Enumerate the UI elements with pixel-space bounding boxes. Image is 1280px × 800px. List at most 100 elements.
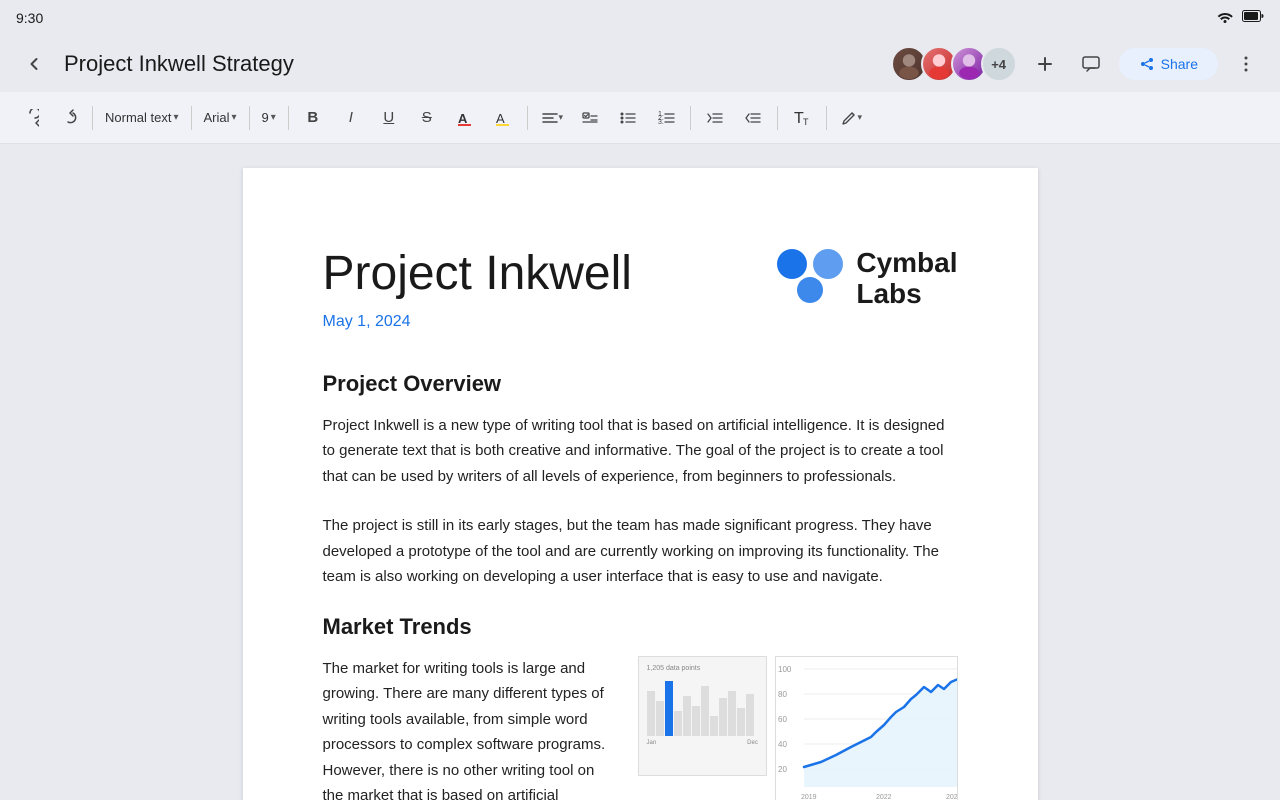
svg-text:A: A (496, 111, 505, 126)
numbered-list-button[interactable]: 1. 2. 3. (648, 100, 684, 136)
indent-increase-button[interactable] (735, 100, 771, 136)
pen-tool-button[interactable]: ▾ (833, 100, 869, 136)
cymbal-dots-graphic (776, 248, 844, 309)
section-overview-heading: Project Overview (323, 371, 958, 397)
avatar-group: +4 (891, 46, 1017, 82)
toolbar-sep-6 (690, 106, 691, 130)
title-bar: Project Inkwell Strategy +4 (0, 36, 1280, 92)
svg-text:20: 20 (778, 765, 787, 774)
document-header: Project Inkwell May 1, 2024 Cymbal Labs (323, 248, 958, 331)
font-size-selector[interactable]: 9 ▾ (256, 100, 282, 136)
status-bar: 9:30 (0, 0, 1280, 36)
charts-row: 1,205 data points (638, 656, 958, 800)
more-options-button[interactable] (1228, 46, 1264, 82)
back-button[interactable] (16, 46, 52, 82)
overview-para-1: Project Inkwell is a new type of writing… (323, 413, 958, 490)
toolbar-sep-2 (191, 106, 192, 130)
toolbar-sep-4 (288, 106, 289, 130)
toolbar: Normal text ▾ Arial ▾ 9 ▾ B I U S A A ▾ (0, 92, 1280, 144)
status-icons (1216, 9, 1264, 28)
svg-text:A: A (458, 111, 468, 126)
market-text-block: The market for writing tools is large an… (323, 656, 618, 800)
redo-button[interactable] (50, 100, 86, 136)
status-time: 9:30 (16, 10, 43, 26)
indent-decrease-button[interactable] (697, 100, 733, 136)
document-date: May 1, 2024 (323, 313, 632, 331)
bar-8 (710, 716, 718, 736)
bold-button[interactable]: B (295, 100, 331, 136)
line-chart: 100 80 60 40 20 (775, 656, 958, 800)
bar-12 (746, 694, 754, 736)
svg-text:80: 80 (778, 690, 787, 699)
strikethrough-button[interactable]: S (409, 100, 445, 136)
style-label: Normal text (105, 110, 171, 125)
bar-11 (737, 708, 745, 736)
bar-chart: 1,205 data points (638, 656, 767, 776)
section-market: Market Trends The market for writing too… (323, 614, 958, 800)
checklist-button[interactable] (572, 100, 608, 136)
bar-10 (728, 691, 736, 736)
comments-button[interactable] (1073, 46, 1109, 82)
bar-4 (674, 711, 682, 736)
bar-5 (683, 696, 691, 736)
market-charts: 1,205 data points (638, 656, 958, 800)
bar-7 (701, 686, 709, 736)
font-color-button[interactable]: A (447, 100, 483, 136)
document-main-title: Project Inkwell (323, 248, 632, 301)
italic-button[interactable]: I (333, 100, 369, 136)
cymbal-brand-text: Cymbal Labs (856, 248, 957, 310)
share-button[interactable]: Share (1119, 48, 1218, 80)
overview-para-2: The project is still in its early stages… (323, 513, 958, 590)
market-content: The market for writing tools is large an… (323, 656, 958, 800)
toolbar-sep-7 (777, 106, 778, 130)
align-button[interactable]: ▾ (534, 100, 570, 136)
add-collaborator-button[interactable] (1027, 46, 1063, 82)
font-selector[interactable]: Arial ▾ (198, 100, 243, 136)
bar-9 (719, 698, 727, 736)
font-size-chevron: ▾ (271, 112, 276, 123)
undo-button[interactable] (12, 100, 48, 136)
bar-1 (647, 691, 655, 736)
market-para: The market for writing tools is large an… (323, 656, 618, 800)
avatar-more-count: +4 (981, 46, 1017, 82)
toolbar-sep-3 (249, 106, 250, 130)
underlined-text: is based (427, 787, 483, 800)
bar-chart-bars (647, 676, 758, 736)
svg-text:2019: 2019 (801, 794, 817, 800)
svg-text:2022: 2022 (876, 794, 892, 800)
svg-text:2024: 2024 (946, 794, 958, 800)
bar-2 (656, 701, 664, 736)
svg-text:100: 100 (778, 665, 792, 674)
bullet-list-button[interactable] (610, 100, 646, 136)
cymbal-name-2: Labs (856, 279, 957, 310)
bar-3 (665, 681, 673, 736)
cymbal-logo: Cymbal Labs (776, 248, 957, 310)
font-label: Arial (204, 110, 230, 125)
font-chevron: ▾ (232, 112, 237, 123)
document-scroll-area[interactable]: Project Inkwell May 1, 2024 Cymbal Labs (0, 144, 1280, 800)
highlight-button[interactable]: A (485, 100, 521, 136)
document-page: Project Inkwell May 1, 2024 Cymbal Labs (243, 168, 1038, 800)
section-market-heading: Market Trends (323, 614, 958, 640)
cymbal-name-1: Cymbal (856, 248, 957, 279)
share-label: Share (1161, 56, 1198, 72)
svg-text:T: T (803, 117, 809, 127)
svg-text:3.: 3. (658, 119, 664, 126)
text-size-button[interactable]: T T (784, 100, 820, 136)
bar-6 (692, 706, 700, 736)
svg-text:40: 40 (778, 740, 787, 749)
svg-text:60: 60 (778, 715, 787, 724)
toolbar-sep-5 (527, 106, 528, 130)
style-chevron: ▾ (173, 112, 178, 123)
toolbar-sep-8 (826, 106, 827, 130)
battery-icon (1242, 9, 1264, 27)
title-bar-actions: +4 Share (891, 46, 1264, 82)
underline-button[interactable]: U (371, 100, 407, 136)
document-title: Project Inkwell Strategy (64, 51, 879, 77)
title-date-block: Project Inkwell May 1, 2024 (323, 248, 632, 331)
toolbar-sep-1 (92, 106, 93, 130)
font-size-label: 9 (262, 110, 269, 125)
section-overview: Project Overview Project Inkwell is a ne… (323, 371, 958, 590)
style-selector[interactable]: Normal text ▾ (99, 100, 185, 136)
wifi-icon (1216, 9, 1234, 28)
